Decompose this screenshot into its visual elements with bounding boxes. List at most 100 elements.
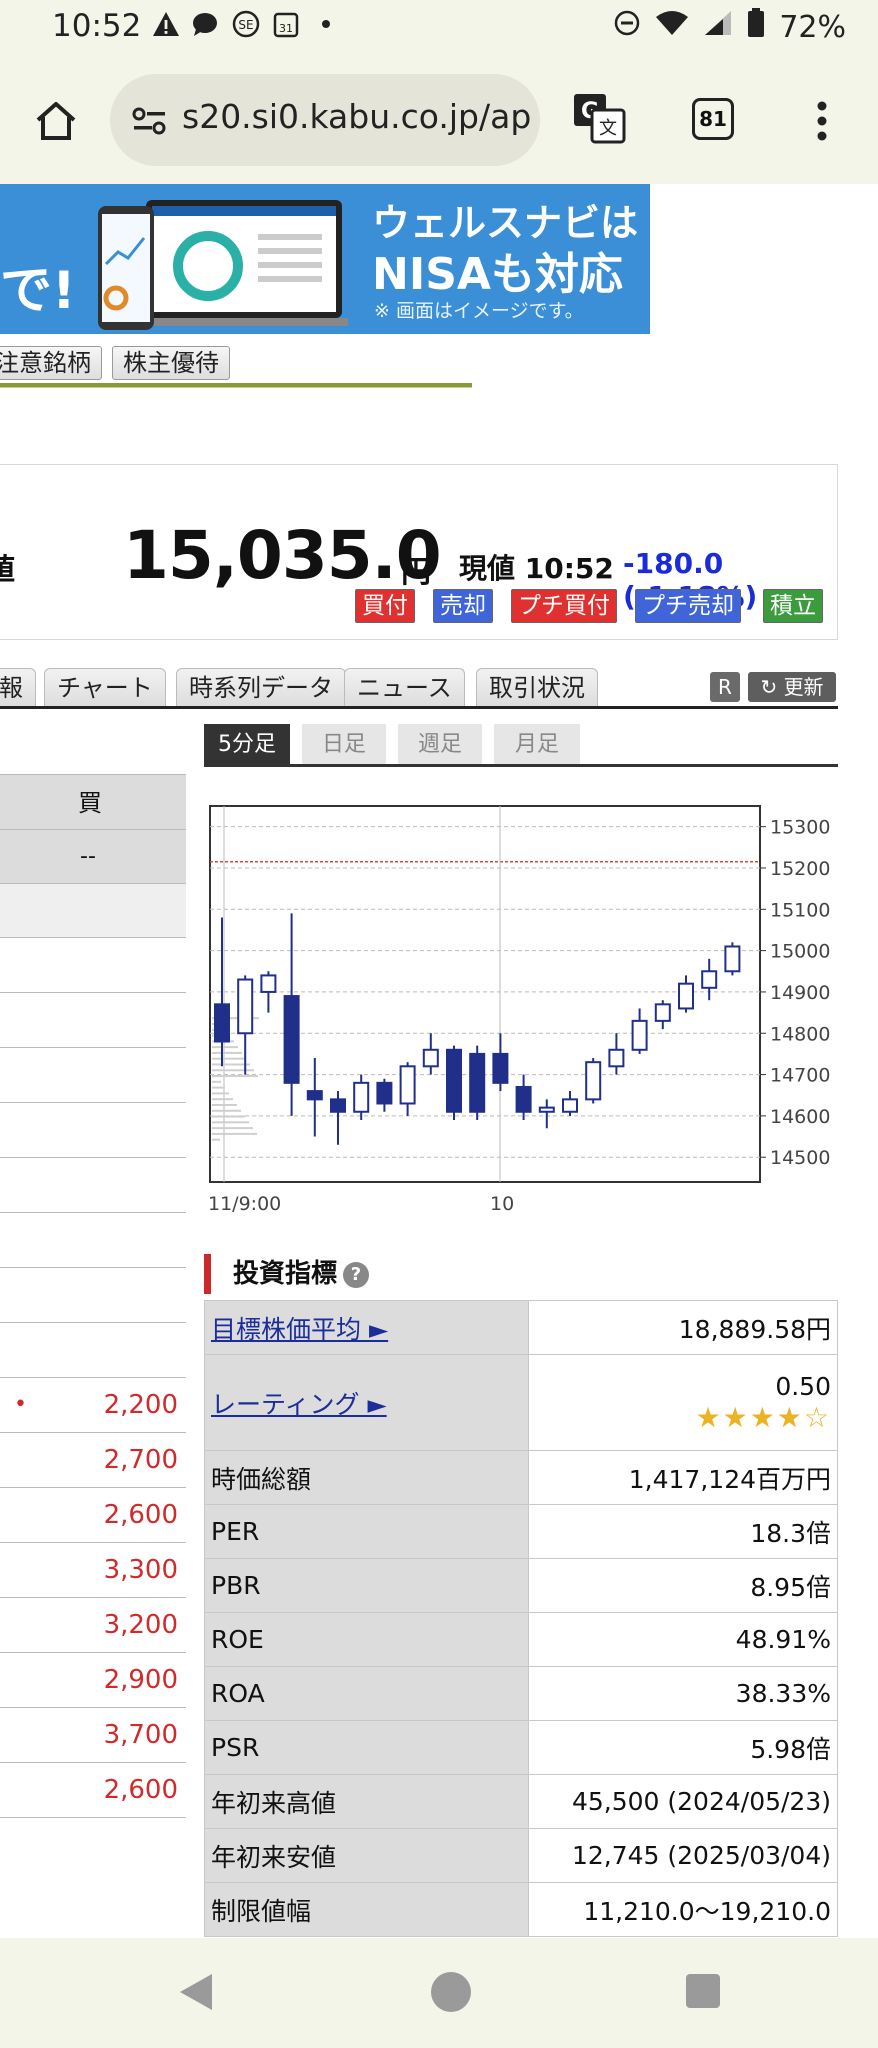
- indicator-row: ROA 38.33%: [204, 1666, 838, 1721]
- quote-panel: 値 15,035.0 円 現値 10:52 -180.0 (-1.18%) 買付…: [0, 464, 838, 640]
- petit-buy-button[interactable]: プチ買付: [511, 589, 617, 623]
- indicator-label: PSR: [211, 1733, 260, 1762]
- empty-star: ☆: [803, 1400, 831, 1434]
- current-price: 15,035.0: [123, 517, 442, 594]
- tab-trade-status[interactable]: 取引状況: [476, 668, 598, 708]
- y-tick-label: 15200: [770, 858, 830, 880]
- indicator-row: 制限値幅 11,210.0〜19,210.0: [204, 1882, 838, 1937]
- indicator-key-cell: PER: [204, 1504, 529, 1559]
- banner-line2: NISAも対応: [372, 249, 623, 300]
- battery-icon: [747, 8, 765, 46]
- petit-sell-button[interactable]: プチ売却: [635, 589, 741, 623]
- wifi-icon: [655, 9, 689, 45]
- indicator-value: 18.3倍: [750, 1518, 831, 1548]
- calendar-icon: 31: [272, 10, 300, 38]
- indicator-link[interactable]: レーティング ►: [211, 1390, 387, 1419]
- refresh-button[interactable]: ↻ 更新: [748, 672, 836, 702]
- candle-body: [422, 1048, 439, 1068]
- volume-profile-bar: [212, 1109, 241, 1112]
- signal-icon: [703, 9, 733, 45]
- address-bar[interactable]: s20.si0.kabu.co.jp/ap: [110, 74, 540, 166]
- y-tick-label: 14900: [770, 982, 830, 1004]
- indicator-value: 0.50: [775, 1371, 831, 1401]
- indicator-value-cell: 0.50 ★★★★☆: [528, 1354, 838, 1451]
- home-icon[interactable]: [34, 100, 78, 146]
- notification-icons: SE 31: [152, 10, 340, 38]
- indicator-key-cell: 年初来安値: [204, 1828, 529, 1883]
- x-tick-label: 11/9:00: [208, 1193, 281, 1215]
- svg-text:31: 31: [279, 22, 293, 35]
- candle-body: [376, 1081, 393, 1105]
- indicator-row: 時価総額 1,417,124百万円: [204, 1450, 838, 1505]
- help-icon[interactable]: ?: [343, 1262, 370, 1288]
- tab-chart[interactable]: チャート: [44, 668, 166, 708]
- tab-news[interactable]: ニュース: [344, 668, 465, 708]
- volume-profile-bar: [212, 1127, 253, 1130]
- volume-profile-bar: [212, 1121, 249, 1124]
- volume-profile-bar: [212, 1051, 242, 1054]
- indicator-link[interactable]: 目標株価平均 ►: [211, 1315, 388, 1344]
- indicator-value-cell: 45,500 (2024/05/23): [528, 1774, 838, 1829]
- tag-underline: [0, 383, 472, 388]
- indicator-row: PSR 5.98倍: [204, 1720, 838, 1775]
- bid-row: • 2,200: [0, 1378, 186, 1433]
- bid-quantity: 3,200: [103, 1610, 178, 1640]
- order-book-row: [0, 1323, 186, 1378]
- system-indicators: 72%: [613, 8, 846, 46]
- app-badge-icon: SE: [232, 10, 260, 38]
- period-tab-5min[interactable]: 5分足: [204, 724, 290, 766]
- bid-row: 3,700: [0, 1708, 186, 1763]
- y-tick-label: 14500: [770, 1147, 830, 1169]
- x-tick-label: 10: [490, 1193, 514, 1215]
- indicator-value: 11,210.0〜19,210.0: [583, 1896, 831, 1926]
- order-book-row: [0, 884, 186, 938]
- candle-body: [724, 945, 741, 973]
- tab-info[interactable]: 報: [0, 668, 36, 708]
- bid-row: 2,600: [0, 1488, 186, 1543]
- tab-switcher-button[interactable]: 81: [692, 98, 734, 140]
- indicator-value-cell: 48.91%: [528, 1612, 838, 1667]
- candle-body: [260, 974, 277, 993]
- volume-profile-bar: [212, 1092, 229, 1095]
- indicator-key-cell: 時価総額: [204, 1450, 529, 1505]
- indicator-value: 8.95倍: [750, 1572, 831, 1602]
- indicator-row: 目標株価平均 ► 18,889.58円: [204, 1300, 838, 1355]
- ad-banner[interactable]: で! ウェルスナビは NISAも対応 ※ 画面はイメージです。: [0, 184, 650, 334]
- svg-text:文: 文: [599, 118, 617, 139]
- period-tab-weekly[interactable]: 週足: [398, 724, 482, 766]
- site-settings-icon[interactable]: [132, 106, 168, 140]
- recents-icon[interactable]: [686, 1974, 720, 2008]
- candle-body: [469, 1052, 486, 1113]
- candle-body: [446, 1048, 462, 1113]
- indicators-title-text: 投資指標: [233, 1259, 338, 1289]
- indicator-key-cell: レーティング ►: [204, 1354, 529, 1451]
- candle-body: [608, 1048, 625, 1068]
- candle-body: [283, 995, 300, 1084]
- buy-button[interactable]: 買付: [355, 589, 415, 623]
- indicator-key-cell: 制限値幅: [204, 1882, 529, 1937]
- marker-dot: •: [14, 1392, 27, 1417]
- sell-button[interactable]: 売却: [433, 589, 493, 623]
- translate-icon[interactable]: G文: [572, 92, 626, 148]
- device-illustration: [98, 200, 348, 330]
- tag-shareholder-benefits[interactable]: 株主優待: [112, 346, 230, 380]
- more-menu-icon[interactable]: [816, 100, 828, 146]
- period-tab-daily[interactable]: 日足: [302, 724, 386, 766]
- y-tick-label: 14600: [770, 1106, 830, 1128]
- tab-time-series[interactable]: 時系列データ: [176, 668, 346, 708]
- order-book-row: [0, 1268, 186, 1323]
- indicator-label: ROE: [211, 1625, 264, 1654]
- indicator-row: PBR 8.95倍: [204, 1558, 838, 1613]
- back-icon[interactable]: [180, 1974, 212, 2010]
- accumulate-button[interactable]: 積立: [763, 589, 823, 623]
- bid-column-header: 買: [78, 789, 102, 817]
- indicator-value: 45,500 (2024/05/23): [571, 1787, 831, 1816]
- period-tab-monthly[interactable]: 月足: [494, 724, 580, 766]
- home-nav-icon[interactable]: [431, 1972, 471, 2012]
- indicator-value-cell: 18,889.58円: [528, 1300, 838, 1355]
- order-book-row: [0, 1158, 186, 1213]
- tag-caution-stock[interactable]: 注意銘柄: [0, 346, 102, 380]
- r-button[interactable]: R: [710, 672, 740, 702]
- indicators-table: 目標株価平均 ► 18,889.58円 レーティング ► 0.50 ★★★★☆ 時価総額 1…: [204, 1300, 838, 1937]
- candle-body: [654, 1003, 671, 1022]
